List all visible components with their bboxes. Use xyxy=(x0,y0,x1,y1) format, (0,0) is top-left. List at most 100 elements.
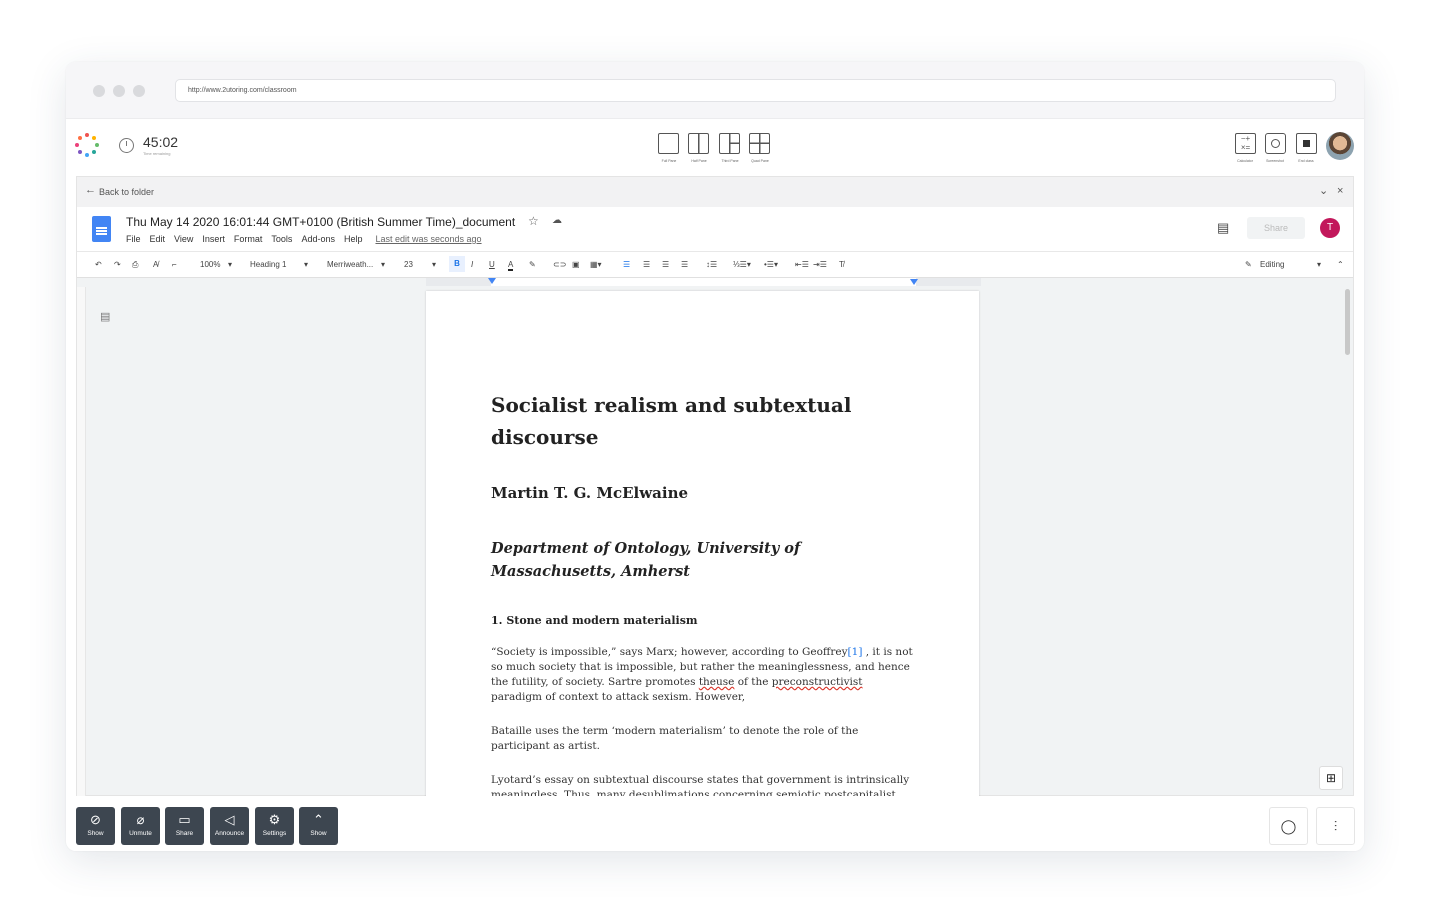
full-pane-icon[interactable] xyxy=(658,133,679,154)
spellcheck-icon[interactable]: A̸ xyxy=(153,260,158,269)
numbered-list-icon[interactable]: ⅓☰▾ xyxy=(733,260,751,269)
style-dropdown-icon[interactable]: ▾ xyxy=(304,260,308,269)
docs-logo-icon[interactable] xyxy=(92,216,111,242)
user-avatar[interactable]: T xyxy=(1320,218,1340,238)
line-spacing-icon[interactable]: ↕☰ xyxy=(706,260,717,269)
menu-insert[interactable]: Insert xyxy=(202,234,225,244)
calculator-icon[interactable]: −+ ×= xyxy=(1235,133,1256,154)
align-left-icon[interactable]: ☰ xyxy=(623,260,630,269)
show-camera-label: Show xyxy=(87,830,104,837)
quad-pane-icon[interactable] xyxy=(749,133,770,154)
last-edit-link[interactable]: Last edit was seconds ago xyxy=(375,234,481,244)
gear-icon: ⚙ xyxy=(268,812,281,827)
undo-icon[interactable]: ↶ xyxy=(95,260,102,269)
show-camera-button[interactable]: ⊘ Show xyxy=(76,807,115,845)
cloud-status-icon[interactable]: ☁ xyxy=(552,215,562,226)
redo-icon[interactable]: ↷ xyxy=(114,260,121,269)
paint-format-icon[interactable]: ⌐ xyxy=(172,260,177,269)
close-icon[interactable]: × xyxy=(1337,185,1343,197)
settings-button[interactable]: ⚙ Settings xyxy=(255,807,294,845)
menu-view[interactable]: View xyxy=(174,234,193,244)
tutor-avatar[interactable] xyxy=(1326,132,1354,160)
add-comment-button[interactable]: ⊞ xyxy=(1319,766,1343,790)
link-icon[interactable]: ⊂⊃ xyxy=(553,260,566,269)
clear-formatting-icon[interactable]: T̸ xyxy=(839,260,844,269)
page-scrollbar[interactable] xyxy=(1345,289,1350,355)
align-right-icon[interactable]: ☰ xyxy=(662,260,669,269)
style-select[interactable]: Heading 1 xyxy=(250,260,286,269)
announce-button[interactable]: ◁ Announce xyxy=(210,807,249,845)
bold-icon[interactable]: B xyxy=(449,256,465,272)
align-justify-icon[interactable]: ☰ xyxy=(681,260,688,269)
right-indent-marker-icon[interactable] xyxy=(910,279,918,285)
font-size-select[interactable]: 23 xyxy=(404,260,413,269)
window-close-dot[interactable] xyxy=(93,85,105,97)
show-panel-button[interactable]: ⌃ Show xyxy=(299,807,338,845)
window-maximize-dot[interactable] xyxy=(133,85,145,97)
left-indent-marker-icon[interactable] xyxy=(488,278,496,284)
underline-icon[interactable]: U xyxy=(489,260,495,269)
menu-tools[interactable]: Tools xyxy=(271,234,292,244)
unmute-button[interactable]: ⌀ Unmute xyxy=(121,807,160,845)
increase-indent-icon[interactable]: ⇥☰ xyxy=(813,260,827,269)
url-bar[interactable]: http://www.2utoring.com/classroom xyxy=(175,79,1336,102)
font-select[interactable]: Merriweath... xyxy=(327,260,373,269)
mode-dropdown-icon[interactable]: ▾ xyxy=(1317,260,1321,269)
chat-button[interactable]: ◯ xyxy=(1269,807,1308,845)
bulleted-list-icon[interactable]: •☰▾ xyxy=(764,260,778,269)
horizontal-ruler[interactable] xyxy=(426,278,981,286)
zoom-dropdown-icon[interactable]: ▾ xyxy=(228,260,232,269)
decrease-indent-icon[interactable]: ⇤☰ xyxy=(795,260,809,269)
menu-format[interactable]: Format xyxy=(234,234,263,244)
zoom-select[interactable]: 100% xyxy=(200,260,220,269)
paragraph-2[interactable]: Bataille uses the term ‘modern materiali… xyxy=(491,724,916,754)
window-minimize-dot[interactable] xyxy=(113,85,125,97)
text-color-icon[interactable]: A xyxy=(508,260,514,271)
folder-nav: ← Back to folder ⌄ × xyxy=(77,177,1353,207)
document-outline-icon[interactable]: ▤ xyxy=(100,310,110,323)
chevron-down-icon[interactable]: ⌄ xyxy=(1319,184,1328,197)
citation-link[interactable]: [1] xyxy=(848,646,863,658)
align-center-icon[interactable]: ☰ xyxy=(643,260,650,269)
font-dropdown-icon[interactable]: ▾ xyxy=(381,260,385,269)
controls-button[interactable]: ⫶ xyxy=(1316,807,1355,845)
share-screen-button[interactable]: ▭ Share xyxy=(165,807,204,845)
menu-addons[interactable]: Add-ons xyxy=(301,234,335,244)
document-page[interactable]: Socialist realism and subtextual discour… xyxy=(426,291,979,811)
document-author[interactable]: Martin T. G. McElwaine xyxy=(491,484,688,502)
chevron-up-icon: ⌃ xyxy=(313,812,324,827)
italic-icon[interactable]: I xyxy=(471,260,473,269)
spelling-error[interactable]: preconstructivist xyxy=(772,676,863,688)
paragraph-1[interactable]: “Society is impossible,” says Marx; howe… xyxy=(491,645,916,705)
back-arrow-icon[interactable]: ← xyxy=(85,184,96,196)
collapse-toolbar-icon[interactable]: ⌃ xyxy=(1337,260,1344,269)
size-dropdown-icon[interactable]: ▾ xyxy=(432,260,436,269)
announce-label: Announce xyxy=(214,830,245,837)
back-to-folder-link[interactable]: Back to folder xyxy=(99,187,154,197)
document-title[interactable]: Thu May 14 2020 16:01:44 GMT+0100 (Briti… xyxy=(126,215,515,229)
star-icon[interactable]: ☆ xyxy=(528,214,539,228)
add-comment-icon[interactable]: ▣ xyxy=(572,260,580,269)
section-heading[interactable]: 1. Stone and modern materialism xyxy=(491,614,698,627)
menu-file[interactable]: File xyxy=(126,234,141,244)
document-affiliation[interactable]: Department of Ontology, University of Ma… xyxy=(491,537,911,583)
megaphone-icon: ◁ xyxy=(224,812,235,827)
third-pane-icon[interactable] xyxy=(719,133,740,154)
paragraph-1-text-a: “Society is impossible,” says Marx; howe… xyxy=(491,646,848,658)
docs-header: Thu May 14 2020 16:01:44 GMT+0100 (Briti… xyxy=(77,207,1353,251)
spelling-error[interactable]: theuse xyxy=(699,676,735,688)
insert-image-icon[interactable]: ▦▾ xyxy=(590,260,602,269)
editing-mode-select[interactable]: Editing xyxy=(1260,260,1284,269)
timer-label: Time remaining xyxy=(143,151,171,156)
half-pane-icon[interactable] xyxy=(688,133,709,154)
comment-history-icon[interactable]: ▤ xyxy=(1217,220,1229,236)
screenshot-icon[interactable] xyxy=(1265,133,1286,154)
highlight-icon[interactable]: ✎ xyxy=(529,260,536,269)
menu-help[interactable]: Help xyxy=(344,234,363,244)
menu-edit[interactable]: Edit xyxy=(150,234,166,244)
end-class-icon[interactable] xyxy=(1296,133,1317,154)
document-heading[interactable]: Socialist realism and subtextual discour… xyxy=(491,389,911,453)
vertical-ruler[interactable] xyxy=(77,287,86,797)
print-icon[interactable]: ⎙ xyxy=(132,260,138,270)
share-button[interactable]: Share xyxy=(1247,217,1305,239)
